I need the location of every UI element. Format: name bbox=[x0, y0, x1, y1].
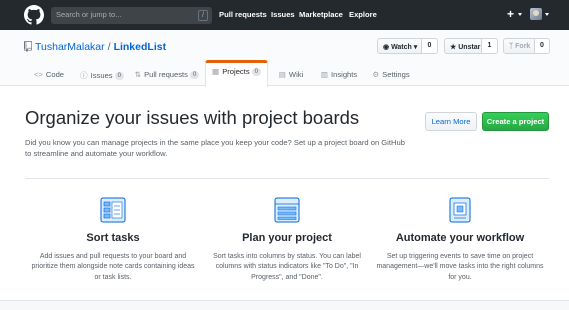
tab-counter: 0 bbox=[189, 71, 200, 79]
slash-shortcut-key: / bbox=[198, 10, 208, 21]
feature-description: Add issues and pull requests to your boa… bbox=[31, 253, 195, 281]
repo-icon bbox=[24, 41, 32, 52]
tab-issues[interactable]: ⓘ Issues 0 bbox=[80, 63, 124, 86]
tab-projects[interactable]: ▦ Projects 0 bbox=[205, 60, 268, 87]
tab-label: Issues bbox=[90, 71, 113, 80]
repo-name-link[interactable]: LinkedList bbox=[114, 41, 167, 53]
nav-explore[interactable]: Explore bbox=[349, 10, 377, 19]
section-divider bbox=[25, 178, 549, 179]
fork-label: Fork bbox=[515, 42, 531, 50]
page-title: Organize your issues with project boards bbox=[25, 107, 360, 128]
feature-description: Set up triggering events to save time on… bbox=[376, 253, 544, 281]
user-avatar[interactable] bbox=[530, 8, 542, 20]
gear-icon: ⚙ bbox=[372, 70, 380, 79]
tab-code[interactable]: <> Code bbox=[33, 63, 65, 86]
project-icon: ▦ bbox=[212, 67, 220, 76]
page-description: Did you know you can manage projects in … bbox=[25, 138, 405, 158]
fork-icon: ᛉ bbox=[509, 42, 514, 50]
nav-issues[interactable]: Issues bbox=[271, 10, 295, 19]
nav-pull-requests[interactable]: Pull requests bbox=[219, 10, 267, 19]
tab-pull-requests[interactable]: ⇅ Pull requests 0 bbox=[133, 63, 201, 86]
tab-counter: 0 bbox=[251, 68, 261, 76]
book-icon: ▤ bbox=[278, 70, 286, 79]
footer-strip bbox=[0, 300, 569, 310]
watch-button[interactable]: ◉ Watch ▾ bbox=[377, 38, 422, 54]
tab-settings[interactable]: ⚙ Settings bbox=[371, 63, 411, 86]
search-input[interactable] bbox=[56, 10, 191, 19]
github-logo-icon[interactable] bbox=[24, 5, 44, 25]
repo-header: TusharMalakar / LinkedList ◉ Watch ▾ 0 ★ U… bbox=[0, 30, 569, 87]
tab-label: Pull requests bbox=[144, 70, 188, 79]
unstar-button[interactable]: ★ Unstar bbox=[444, 38, 482, 54]
fork-count[interactable]: 0 bbox=[534, 38, 550, 54]
repo-title: TusharMalakar / LinkedList bbox=[35, 41, 166, 53]
unstar-label: Unstar bbox=[458, 43, 481, 51]
search-box[interactable]: / bbox=[51, 7, 212, 24]
tab-label: Settings bbox=[382, 70, 410, 79]
plan-project-icon bbox=[274, 197, 300, 223]
tab-label: Projects bbox=[222, 67, 250, 76]
tab-insights[interactable]: ▥ Insights bbox=[318, 63, 360, 86]
nav-marketplace[interactable]: Marketplace bbox=[299, 10, 343, 19]
star-icon: ★ bbox=[450, 43, 457, 51]
repo-owner-link[interactable]: TusharMalakar bbox=[35, 41, 105, 53]
fork-button[interactable]: ᛉ Fork bbox=[503, 38, 535, 54]
pull-request-icon: ⇅ bbox=[134, 70, 142, 79]
automate-workflow-icon bbox=[449, 197, 471, 223]
feature-title: Automate your workflow bbox=[395, 232, 525, 244]
learn-more-button[interactable]: Learn More bbox=[425, 112, 477, 131]
graph-icon: ▥ bbox=[320, 70, 328, 79]
watch-count[interactable]: 0 bbox=[421, 38, 438, 54]
issue-icon: ⓘ bbox=[80, 71, 88, 80]
create-new-plus-icon[interactable]: + bbox=[507, 7, 514, 21]
code-icon: <> bbox=[33, 70, 43, 79]
tab-label: Insights bbox=[331, 70, 358, 79]
star-count[interactable]: 1 bbox=[481, 38, 498, 54]
tab-label: Code bbox=[45, 70, 65, 79]
create-project-button[interactable]: Create a project bbox=[482, 112, 549, 131]
tab-label: Wiki bbox=[288, 70, 304, 79]
user-menu-caret-icon[interactable] bbox=[545, 13, 549, 16]
sort-tasks-icon bbox=[100, 197, 126, 223]
tab-counter: 0 bbox=[114, 72, 124, 80]
watch-label: Watch bbox=[391, 43, 412, 51]
tab-wiki[interactable]: ▤ Wiki bbox=[277, 63, 305, 86]
global-header: / Pull requests Issues Marketplace Explo… bbox=[0, 0, 569, 30]
feature-title: Plan your project bbox=[242, 232, 332, 244]
feature-description: Sort tasks into columns by status. You c… bbox=[213, 253, 361, 281]
eye-icon: ◉ bbox=[383, 43, 390, 51]
repo-separator: / bbox=[107, 41, 111, 53]
create-new-caret-icon[interactable] bbox=[518, 13, 522, 16]
feature-title: Sort tasks bbox=[86, 232, 140, 244]
